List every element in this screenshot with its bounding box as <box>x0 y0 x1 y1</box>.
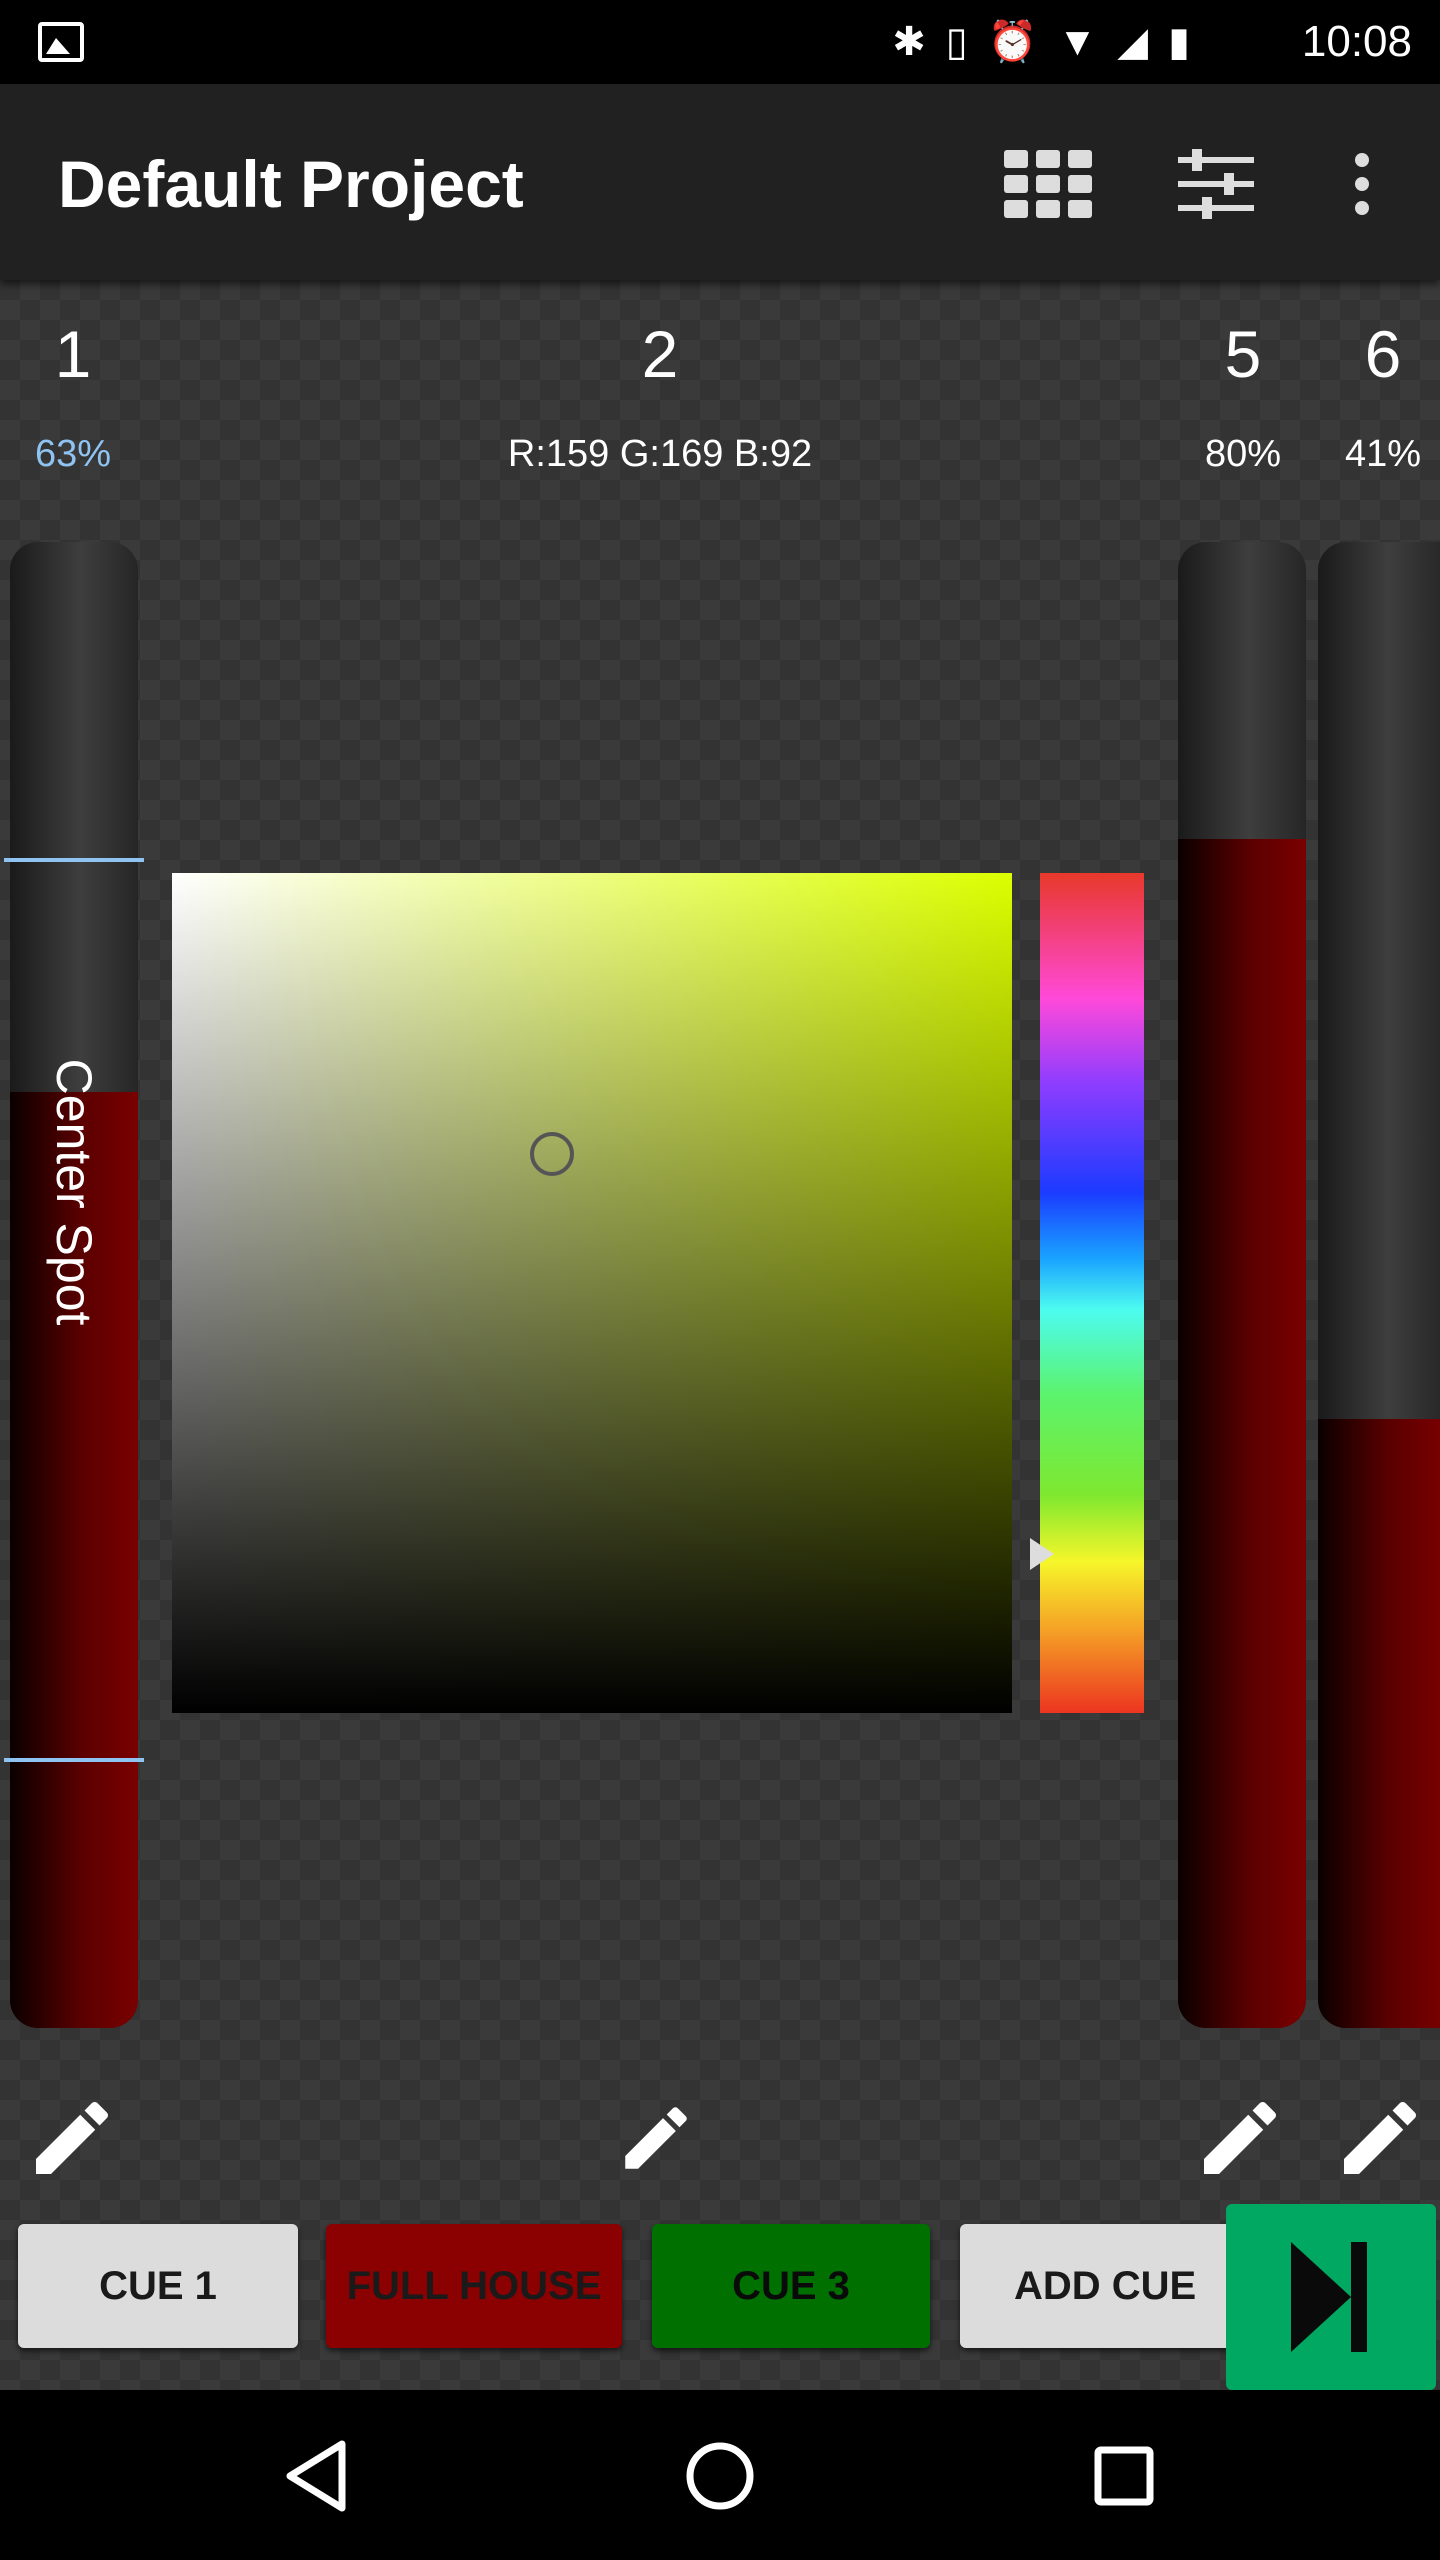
fixture-panel: 1 63% 2 R:159 G:169 B:92 5 80% 6 41% Cen… <box>0 280 1440 2390</box>
back-button[interactable] <box>266 2426 366 2526</box>
add-cue-button[interactable]: ADD CUE <box>960 2224 1240 2348</box>
pencil-icon <box>625 2107 687 2169</box>
cue-1-button[interactable]: CUE 1 <box>18 2224 298 2348</box>
channel-1-value: 63% <box>34 433 112 475</box>
app-bar: Default Project <box>0 84 1440 280</box>
hue-slider-handle[interactable] <box>1030 1538 1054 1570</box>
channel-6-number: 6 <box>1364 317 1402 391</box>
image-icon <box>38 22 84 62</box>
channel-2-number: 2 <box>641 317 679 391</box>
pencil-icon <box>36 2101 109 2174</box>
channel-6-fader[interactable] <box>1318 542 1440 2028</box>
channel-6-fader-fill <box>1318 1418 1440 2028</box>
alarm-icon: ⏰ <box>987 20 1038 64</box>
skip-next-icon <box>1291 2242 1367 2352</box>
cue-3-button[interactable]: CUE 3 <box>652 2224 930 2348</box>
status-icons: ✱ ▯ ⏰ ▼ ◢ ▮ <box>892 16 1190 68</box>
sliders-icon <box>1178 149 1254 219</box>
go-next-cue-button[interactable] <box>1226 2204 1436 2390</box>
edit-channel-2-button[interactable] <box>606 2088 706 2188</box>
battery-icon: ▮ <box>1167 20 1190 64</box>
home-icon <box>686 2442 754 2510</box>
channel-5-fader[interactable] <box>1178 542 1306 2028</box>
edit-channel-6-button[interactable] <box>1330 2088 1430 2188</box>
channel-1-number: 1 <box>54 317 92 391</box>
recents-icon <box>1094 2446 1154 2506</box>
grid-view-button[interactable] <box>998 134 1098 234</box>
status-bar: ✱ ▯ ⏰ ▼ ◢ ▮ 10:08 <box>0 0 1440 84</box>
edit-channel-1-button[interactable] <box>22 2088 122 2188</box>
back-icon <box>286 2440 346 2512</box>
channel-5-number: 5 <box>1224 317 1262 391</box>
signal-icon: ◢ <box>1117 20 1148 64</box>
status-time: 10:08 <box>1301 17 1412 66</box>
channel-1-label: Center Spot <box>46 1058 102 1326</box>
hue-slider[interactable] <box>1040 873 1144 1713</box>
vibrate-icon: ▯ <box>945 20 968 64</box>
channel-1-fader[interactable]: Center Spot <box>10 542 138 2028</box>
pencil-icon <box>1344 2101 1417 2174</box>
home-button[interactable] <box>670 2426 770 2526</box>
channel-5-fader-fill <box>1178 839 1306 2028</box>
pencil-icon <box>1204 2101 1277 2174</box>
sliders-button[interactable] <box>1166 134 1266 234</box>
wifi-icon: ▼ <box>1057 20 1098 64</box>
navigation-bar <box>0 2390 1440 2560</box>
channel-1-upper-limit-line[interactable] <box>4 858 144 862</box>
bluetooth-icon: ✱ <box>892 20 926 64</box>
grid-icon <box>1004 150 1092 218</box>
full-house-cue-button[interactable]: FULL HOUSE <box>326 2224 622 2348</box>
more-vert-icon <box>1355 153 1369 215</box>
channel-1-lower-limit-line[interactable] <box>4 1758 144 1762</box>
channel-5-value: 80% <box>1204 433 1282 475</box>
recents-button[interactable] <box>1074 2426 1174 2526</box>
channel-2-value: R:159 G:169 B:92 <box>507 433 813 475</box>
edit-channel-5-button[interactable] <box>1190 2088 1290 2188</box>
page-title: Default Project <box>58 147 524 221</box>
channel-6-value: 41% <box>1344 433 1422 475</box>
more-options-button[interactable] <box>1312 134 1412 234</box>
color-picker-cursor[interactable] <box>530 1132 574 1176</box>
saturation-value-picker[interactable] <box>172 873 1012 1713</box>
